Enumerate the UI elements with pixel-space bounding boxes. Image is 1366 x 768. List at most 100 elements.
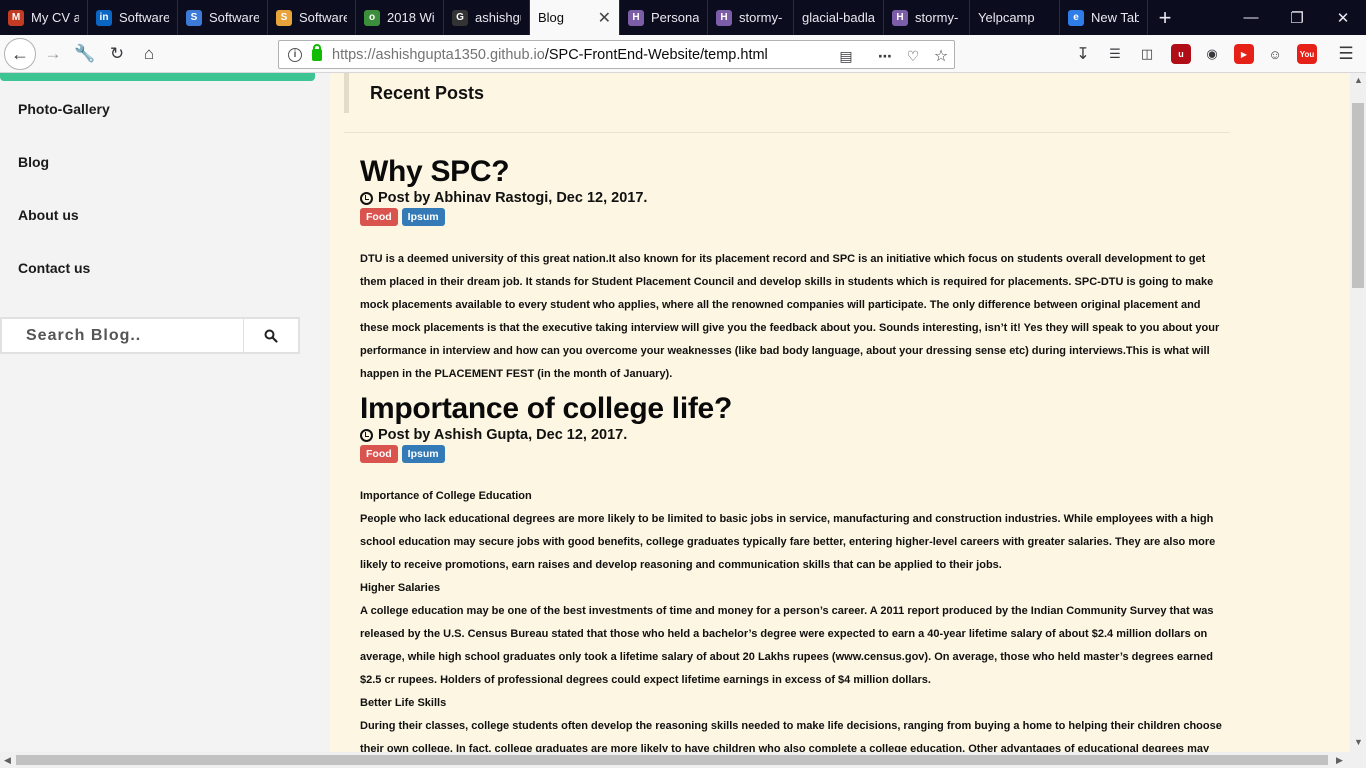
forward-arrow-icon[interactable]: → — [38, 39, 68, 69]
video-extension-icon[interactable]: ▶ — [1234, 44, 1254, 64]
tab-favicon-icon: S — [186, 9, 202, 26]
tag-ipsum[interactable]: Ipsum — [401, 445, 445, 463]
post-byline: Post by Abhinav Rastogi, Dec 12, 2017. — [378, 190, 648, 206]
post-subheading: Higher Salaries — [360, 582, 441, 594]
wrench-icon[interactable]: 🔧 — [70, 39, 100, 69]
blog-post: Why SPC? Post by Abhinav Rastogi, Dec 12… — [360, 156, 1230, 386]
menu-icon[interactable]: ☰ — [1336, 44, 1356, 64]
navigation-toolbar: ← → 🔧 ↻ ⌂ i https://ashishgupta1350.gith… — [0, 35, 1366, 73]
url-text[interactable]: https://ashishgupta1350.github.io/SPC-Fr… — [332, 47, 768, 63]
tag-ipsum[interactable]: Ipsum — [401, 208, 445, 226]
url-bar[interactable]: i https://ashishgupta1350.github.io/SPC-… — [278, 40, 955, 69]
browser-tab[interactable]: S Software — [268, 0, 356, 35]
scroll-down-icon[interactable]: ▼ — [1354, 737, 1363, 747]
tab-close-icon[interactable]: ✕ — [590, 8, 611, 28]
tab-label: Personal — [651, 10, 699, 25]
post-title[interactable]: Why SPC? — [360, 156, 1230, 188]
reload-icon[interactable]: ↻ — [102, 39, 132, 69]
back-arrow-icon[interactable]: ← — [4, 38, 36, 70]
tab-favicon-icon: in — [96, 9, 112, 26]
tab-label: ashishgu — [475, 10, 521, 25]
restore-icon[interactable]: ❐ — [1274, 0, 1320, 35]
sidebar-icon[interactable]: ◫ — [1137, 44, 1157, 64]
home-icon[interactable]: ⌂ — [134, 39, 164, 69]
vertical-scroll-thumb[interactable] — [1352, 103, 1364, 288]
browser-tab[interactable]: M My CV a — [0, 0, 88, 35]
tab-strip: M My CV a in Software S Software S Software o 201… — [0, 0, 1366, 35]
post-meta: Post by Abhinav Rastogi, Dec 12, 2017. — [360, 190, 1230, 206]
sidebar-item-contact-us[interactable]: Contact us — [18, 260, 90, 276]
post-paragraph: People who lack educational degrees are … — [360, 513, 1216, 571]
post-tags: Food Ipsum — [360, 445, 1230, 463]
download-icon[interactable]: ↧ — [1073, 44, 1093, 64]
mascot-extension-icon[interactable]: ☺ — [1265, 44, 1285, 64]
ublock-icon[interactable]: u — [1171, 44, 1191, 64]
browser-tab[interactable]: H Personal — [620, 0, 708, 35]
sidebar-item-about-us[interactable]: About us — [18, 207, 79, 223]
search-icon — [264, 329, 278, 343]
post-paragraph: A college education may be one of the be… — [360, 605, 1214, 686]
search-input[interactable] — [0, 317, 243, 354]
sidebar-item-photo-gallery[interactable]: Photo-Gallery — [18, 101, 110, 117]
browser-tab[interactable]: Blog ✕ — [530, 0, 620, 35]
vertical-scrollbar[interactable]: ▲ ▼ — [1350, 73, 1366, 752]
post-paragraph: During their classes, college students o… — [360, 720, 1222, 752]
tab-label: My CV a — [31, 10, 79, 25]
search-button[interactable] — [243, 317, 300, 354]
tag-food[interactable]: Food — [360, 208, 398, 226]
tab-label: Software — [119, 10, 169, 25]
sidebar-accent-bar — [0, 73, 315, 81]
browser-tab[interactable]: Hstormy- — [884, 0, 970, 35]
tab-label: Software — [299, 10, 347, 25]
post-body: Importance of College Education People w… — [360, 485, 1230, 752]
tab-label: 2018 Wi — [387, 10, 435, 25]
window-close-icon[interactable]: ✕ — [1320, 0, 1366, 35]
url-path: /SPC-FrontEnd-Website/temp.html — [544, 46, 768, 63]
reader-view-icon[interactable]: ▤ — [836, 46, 856, 66]
browser-tab[interactable]: Yelpcamp — [970, 0, 1060, 35]
browser-tab[interactable]: S Software — [178, 0, 268, 35]
browser-tab[interactable]: in Software — [88, 0, 178, 35]
horizontal-scroll-thumb[interactable] — [16, 755, 1328, 765]
library-icon[interactable]: ☰ — [1105, 44, 1125, 64]
youtube-icon[interactable]: You — [1297, 44, 1317, 64]
lock-icon[interactable] — [312, 43, 322, 61]
tab-favicon-icon: G — [452, 9, 468, 26]
browser-tab[interactable]: Hstormy- — [708, 0, 794, 35]
sidebar-item-blog[interactable]: Blog — [18, 154, 49, 170]
new-tab-button[interactable]: + — [1148, 0, 1182, 35]
tab-label: New Tab — [1091, 10, 1139, 25]
tab-favicon-icon: H — [716, 9, 732, 26]
extension-icon[interactable]: ◉ — [1202, 44, 1222, 64]
tab-favicon-icon: H — [892, 9, 908, 26]
minimize-icon[interactable]: — — [1228, 0, 1274, 35]
tab-label: Yelpcamp — [978, 10, 1035, 25]
blog-post: Importance of college life? Post by Ashi… — [360, 393, 1230, 752]
more-icon[interactable]: ⋯ — [875, 46, 895, 66]
sidebar: Photo-Gallery Blog About us Contact us — [0, 73, 330, 752]
tab-favicon-icon: S — [276, 9, 292, 26]
clock-icon — [360, 428, 373, 442]
pocket-icon[interactable]: ♡ — [903, 46, 923, 66]
star-icon[interactable]: ☆ — [931, 46, 951, 66]
scroll-up-icon[interactable]: ▲ — [1354, 75, 1363, 85]
post-tags: Food Ipsum — [360, 208, 1230, 226]
scroll-right-icon[interactable]: ▶ — [1336, 755, 1343, 766]
browser-tab[interactable]: Gashishgu — [444, 0, 530, 35]
browser-tab[interactable]: e New Tab — [1060, 0, 1148, 35]
browser-tab[interactable]: glacial-badla — [794, 0, 884, 35]
url-host: https://ashishgupta1350.github.io — [332, 46, 545, 63]
page-viewport: Photo-Gallery Blog About us Contact us R… — [0, 73, 1350, 752]
post-subheading: Better Life Skills — [360, 697, 447, 709]
browser-tab[interactable]: o 2018 Wi — [356, 0, 444, 35]
recent-posts-accent — [344, 73, 349, 113]
info-icon[interactable]: i — [288, 47, 302, 62]
tab-label: glacial-badla — [802, 10, 875, 25]
post-byline: Post by Ashish Gupta, Dec 12, 2017. — [378, 427, 628, 443]
scroll-left-icon[interactable]: ◀ — [4, 755, 11, 766]
post-body: DTU is a deemed university of this great… — [360, 248, 1230, 386]
post-meta: Post by Ashish Gupta, Dec 12, 2017. — [360, 427, 1230, 443]
tag-food[interactable]: Food — [360, 445, 398, 463]
horizontal-scrollbar[interactable]: ◀ ▶ — [0, 752, 1366, 768]
post-title[interactable]: Importance of college life? — [360, 393, 1230, 425]
